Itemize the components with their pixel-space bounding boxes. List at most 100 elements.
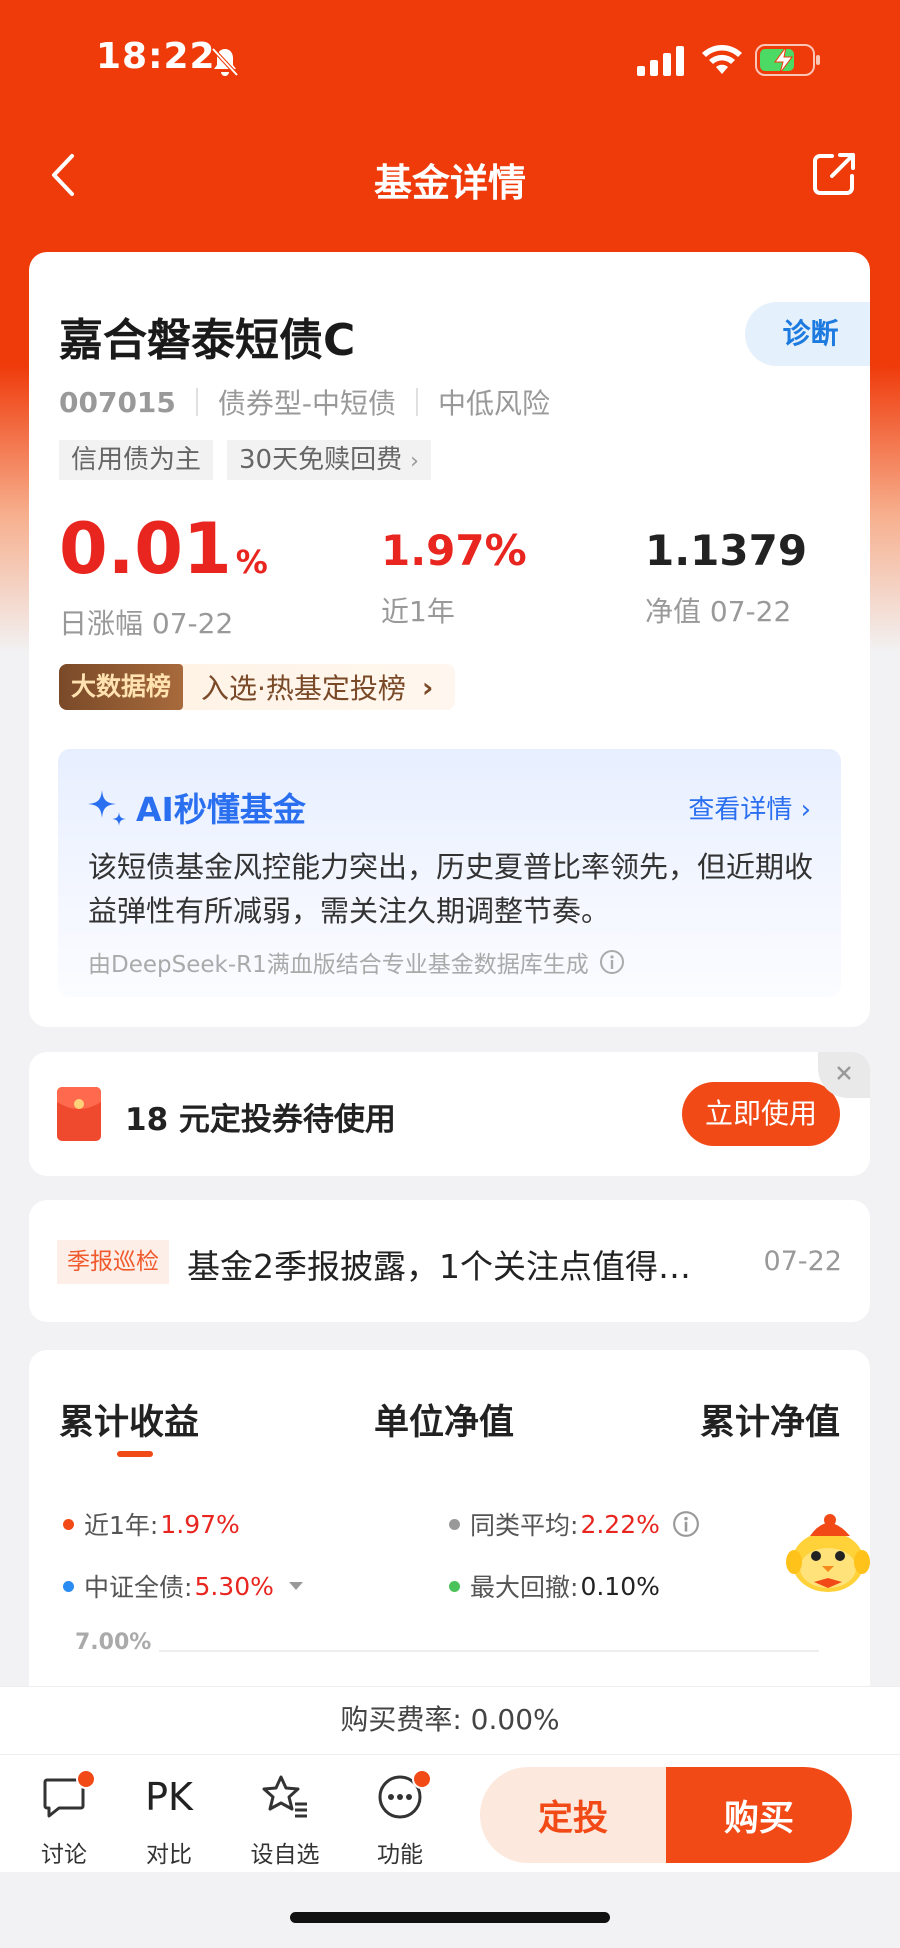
- fund-tags: 信用债为主 30天免赎回费 ›: [59, 440, 431, 480]
- status-time: 18:22: [96, 36, 216, 77]
- info-icon[interactable]: [599, 949, 625, 975]
- big-data-ranking-banner[interactable]: 大数据榜 入选·热基定投榜 ›: [59, 664, 456, 710]
- notification-dot: [412, 1769, 432, 1789]
- daily-change-unit: %: [235, 543, 268, 581]
- star-list-icon: [262, 1775, 307, 1818]
- daily-change-number: 0.01: [59, 508, 232, 590]
- bottom-action-bar: 讨论 PK 对比 设自选 功能 定投 购买: [0, 1754, 900, 1872]
- ai-summary-text: 该短债基金风控能力突出，历史夏普比率领先，但近期收益弹性有所减弱，需关注久期调整…: [88, 850, 814, 928]
- legend-dot: [63, 1518, 74, 1530]
- notification-dot: [76, 1769, 96, 1789]
- info-icon[interactable]: [672, 1510, 700, 1538]
- news-tag: 季报巡检: [57, 1240, 169, 1284]
- bottom-icon-wrap: [24, 1769, 104, 1821]
- close-icon[interactable]: [818, 1052, 870, 1098]
- legend-value: 1.97%: [160, 1509, 240, 1539]
- legend-label: 最大回撤:: [470, 1573, 579, 1602]
- tag-redemption-fee[interactable]: 30天免赎回费 ›: [227, 440, 431, 480]
- nav-label: 净值 07-22: [645, 595, 792, 628]
- voucher-text: 18 元定投券待使用: [125, 1102, 396, 1138]
- battery-charging-icon: [755, 44, 820, 76]
- compare-button[interactable]: PK 对比: [129, 1773, 209, 1869]
- tab-unit-nav[interactable]: 单位净值: [374, 1394, 514, 1445]
- tag-credit-bond: 信用债为主: [59, 440, 214, 480]
- year-return-label: 近1年: [381, 595, 455, 628]
- ai-view-details-link[interactable]: 查看详情 ›: [688, 789, 811, 826]
- ai-summary-box: AI秒懂基金 查看详情 › 该短债基金风控能力突出，历史夏普比率领先，但近期收益…: [58, 749, 841, 997]
- divider: [416, 388, 419, 416]
- big-data-badge: 大数据榜: [59, 664, 184, 710]
- ai-footer-text: 由DeepSeek-R1满血版结合专业基金数据库生成: [88, 952, 589, 978]
- legend-max-drawdown: 最大回撤: 0.10%: [449, 1568, 660, 1604]
- fund-name: 嘉合磐泰短债C: [59, 315, 356, 366]
- compare-label: 对比: [146, 1842, 192, 1868]
- discuss-button[interactable]: 讨论: [24, 1769, 104, 1869]
- functions-button[interactable]: 功能: [360, 1769, 440, 1869]
- functions-label: 功能: [377, 1842, 423, 1868]
- bell-off-icon: [211, 47, 239, 77]
- signal-icon: [637, 46, 684, 76]
- legend-value: 0.10%: [580, 1571, 660, 1601]
- legend-index[interactable]: 中证全债: 5.30%: [63, 1568, 304, 1604]
- nav-stat: 1.1379 净值 07-22: [645, 514, 807, 630]
- discuss-label: 讨论: [41, 1842, 87, 1868]
- ai-title-text: AI秒懂基金: [136, 790, 306, 829]
- sparkle-icon: [88, 790, 126, 826]
- use-now-button[interactable]: 立即使用: [682, 1082, 840, 1146]
- ai-footer: 由DeepSeek-R1满血版结合专业基金数据库生成: [88, 945, 625, 979]
- bottom-icon-wrap: [360, 1769, 440, 1821]
- news-headline: 基金2季报披露，1个关注点值得…: [187, 1247, 691, 1286]
- y-tick-label: 7.00%: [75, 1630, 152, 1655]
- daily-change-label: 日涨幅 07-22: [59, 607, 234, 640]
- fund-type: 债券型-中短债: [217, 387, 397, 420]
- divider: [195, 388, 198, 416]
- legend-dot: [449, 1518, 460, 1530]
- home-indicator-area: [0, 1872, 900, 1948]
- legend-dot: [449, 1580, 460, 1592]
- chevron-right-icon: ›: [792, 795, 811, 825]
- legend-year-return: 近1年: 1.97%: [63, 1506, 240, 1542]
- year-return-stat: 1.97% 近1年: [381, 514, 527, 630]
- fund-summary-card: 嘉合磐泰短债C 诊断 007015 债券型-中短债 中低风险 信用债为主 30天…: [29, 252, 870, 1027]
- share-icon[interactable]: [810, 150, 858, 198]
- status-bar: 18:22: [0, 0, 900, 120]
- close-glyph: [837, 1066, 851, 1080]
- legend-peer-average: 同类平均: 2.22%: [449, 1506, 700, 1542]
- bottom-icon-wrap: PK: [129, 1773, 209, 1821]
- fund-code: 007015: [59, 385, 176, 419]
- quarterly-report-card[interactable]: 季报巡检 基金2季报披露，1个关注点值得… 07-22: [29, 1200, 870, 1322]
- chick-mascot-icon[interactable]: [780, 1506, 876, 1598]
- purchase-button-group: 定投 购买: [480, 1767, 852, 1863]
- fund-meta: 007015 债券型-中短债 中低风险: [59, 382, 550, 422]
- daily-change-value: 0.01%: [59, 514, 268, 584]
- daily-change-stat: 0.01% 日涨幅 07-22: [59, 514, 268, 642]
- wifi-icon: [702, 45, 742, 74]
- tab-cumulative-return[interactable]: 累计收益: [59, 1394, 199, 1445]
- ai-link-label: 查看详情: [688, 795, 793, 825]
- nav-value: 1.1379: [645, 526, 808, 575]
- legend-label: 中证全债:: [84, 1573, 193, 1602]
- home-indicator[interactable]: [290, 1912, 610, 1923]
- chevron-right-icon: ›: [410, 449, 419, 474]
- legend-label: 近1年:: [84, 1511, 159, 1540]
- tag-label: 30天免赎回费: [239, 445, 403, 475]
- tag-label: 信用债为主: [71, 445, 202, 475]
- voucher-card: 18 元定投券待使用 立即使用: [29, 1052, 870, 1176]
- tab-cumulative-nav[interactable]: 累计净值: [700, 1394, 840, 1445]
- watchlist-label: 设自选: [250, 1842, 320, 1868]
- bottom-icon-wrap: [245, 1773, 325, 1821]
- active-tab-indicator: [117, 1451, 153, 1457]
- performance-chart-card: 累计收益 单位净值 累计净值 近1年: 1.97% 同类平均: 2.22% 中证…: [29, 1350, 870, 1710]
- buy-button[interactable]: 购买: [666, 1767, 852, 1863]
- red-envelope-icon: [57, 1087, 101, 1141]
- fixed-invest-button[interactable]: 定投: [480, 1767, 666, 1863]
- legend-label: 同类平均:: [470, 1511, 579, 1540]
- news-date: 07-22: [763, 1246, 842, 1277]
- legend-value: 2.22%: [580, 1509, 660, 1539]
- add-watchlist-button[interactable]: 设自选: [245, 1773, 325, 1869]
- diagnose-button[interactable]: 诊断: [745, 302, 870, 366]
- chart-gridline: [159, 1650, 819, 1652]
- purchase-fee-bar: 购买费率: 0.00%: [0, 1686, 900, 1754]
- legend-dot: [63, 1580, 74, 1592]
- big-data-text: 入选·热基定投榜: [201, 672, 406, 705]
